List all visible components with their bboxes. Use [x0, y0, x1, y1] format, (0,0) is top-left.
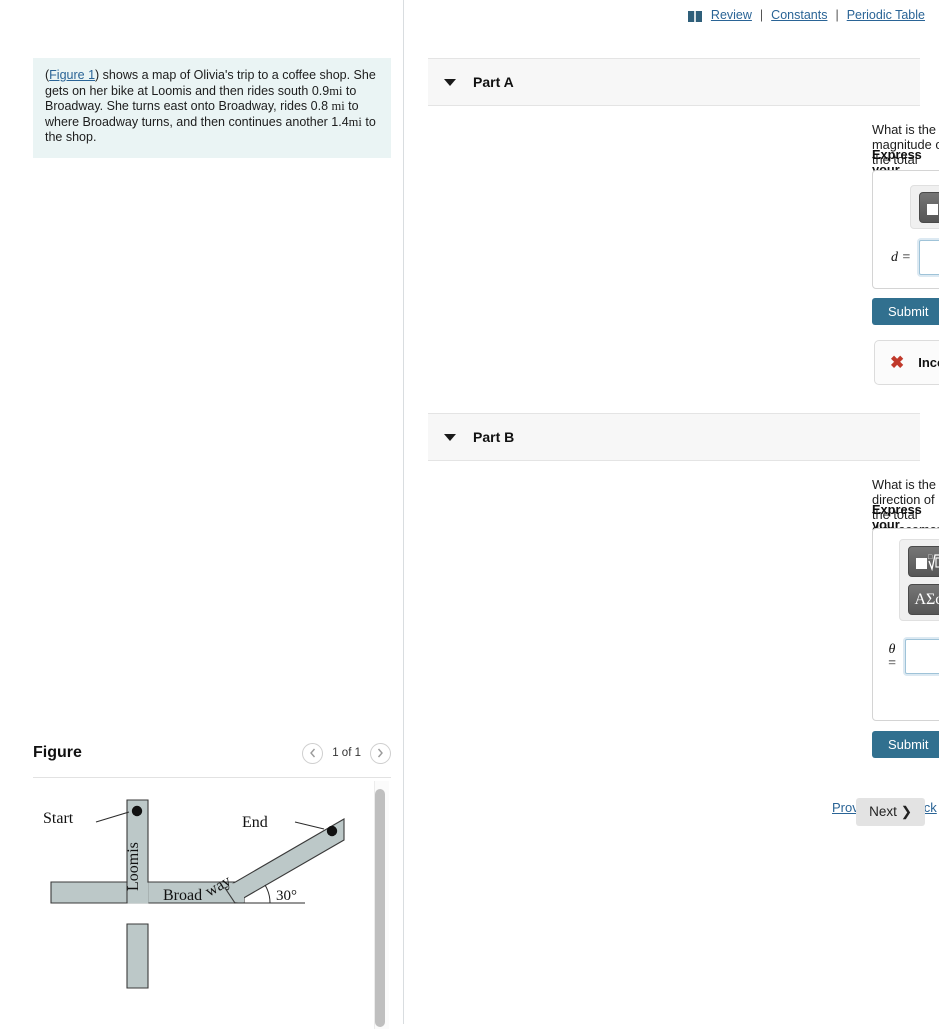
right-panel: Review | Constants | Periodic Table Part… [404, 0, 939, 1024]
problem-statement-text: (Figure 1) shows a map of Olivia's trip … [45, 68, 379, 146]
part-b-variable-label: θ= [885, 643, 899, 671]
figure-page-label: 1 of 1 [332, 747, 361, 759]
part-b-submit-button[interactable]: Submit [872, 731, 939, 758]
end-marker [327, 826, 337, 836]
periodic-table-link[interactable]: Periodic Table [847, 8, 925, 22]
part-a-title: Part A [473, 74, 514, 90]
part-a-feedback-text: Incorrect; Try Again; 2 attempts remaini… [918, 355, 939, 370]
start-marker [132, 806, 142, 816]
svg-text:□: □ [928, 553, 933, 561]
trip-map-diagram: 30° Start End Loomis Broad way [33, 778, 378, 1031]
next-button-label: Next [869, 804, 897, 819]
chevron-right-icon [377, 748, 384, 758]
template-icon: □ [915, 552, 939, 571]
unit-mi: mi [329, 84, 342, 98]
book-icon [688, 11, 702, 22]
start-label: Start [43, 810, 74, 827]
part-a-input-row: d = mi [891, 240, 939, 275]
figure-next-button[interactable] [370, 743, 391, 764]
figure-pagination: 1 of 1 [302, 743, 391, 764]
figure-panel: Figure 1 of 1 [33, 735, 391, 1031]
links-separator: | [758, 8, 765, 22]
part-b-math-toolbar: □ ΑΣφ [899, 539, 939, 621]
part-b-header[interactable]: Part B [428, 413, 920, 461]
part-b-template-button[interactable]: □ [908, 546, 939, 577]
figure-title: Figure [33, 744, 82, 762]
part-a-answer-box: □ ΑΣφ [872, 170, 939, 289]
part-b-greek-button[interactable]: ΑΣφ [908, 584, 939, 615]
part-a-math-toolbar: □ ΑΣφ [910, 185, 939, 229]
end-leader-line [295, 822, 324, 829]
loomis-label: Loomis [125, 842, 142, 891]
links-separator: | [833, 8, 840, 22]
part-a-submit-button[interactable]: Submit [872, 298, 939, 325]
part-a-answer-input[interactable] [919, 240, 939, 275]
end-label: End [242, 814, 268, 831]
broadway-street-west [51, 882, 127, 903]
figure-scrollbar-track[interactable] [374, 781, 389, 1029]
part-a-template-button[interactable]: □ [919, 192, 939, 223]
part-a-feedback-banner: ✖ Incorrect; Try Again; 2 attempts remai… [874, 340, 939, 385]
start-leader-line [96, 812, 129, 822]
problem-statement-box: (Figure 1) shows a map of Olivia's trip … [33, 58, 391, 158]
figure-1-link[interactable]: Figure 1 [49, 68, 95, 82]
angle-arc [265, 885, 270, 903]
part-a-variable-label: d = [891, 250, 911, 266]
left-panel: (Figure 1) shows a map of Olivia's trip … [0, 0, 403, 1024]
part-b-title: Part B [473, 429, 514, 445]
review-link[interactable]: Review [711, 8, 752, 22]
part-a-collapse-caret[interactable] [444, 79, 456, 86]
figure-prev-button[interactable] [302, 743, 323, 764]
part-b-input-row: θ= [885, 639, 939, 674]
broadway-label-straight: Broad [163, 887, 202, 904]
angle-label: 30° [276, 888, 297, 904]
next-button[interactable]: Next ❯ [856, 798, 925, 826]
chevron-left-icon [309, 748, 316, 758]
part-b-collapse-caret[interactable] [444, 434, 456, 441]
error-x-icon: ✖ [890, 353, 904, 373]
unit-mi: mi [332, 99, 345, 113]
loomis-street-south [127, 924, 148, 988]
unit-mi: mi [349, 115, 362, 129]
part-a-header[interactable]: Part A [428, 58, 920, 106]
part-b-answer-box: □ ΑΣφ [872, 528, 939, 721]
template-icon: □ [926, 198, 939, 217]
constants-link[interactable]: Constants [771, 8, 827, 22]
top-links-bar: Review | Constants | Periodic Table [688, 8, 925, 22]
figure-header: Figure 1 of 1 [33, 735, 391, 771]
part-b-answer-input[interactable] [905, 639, 939, 674]
figure-body: 30° Start End Loomis Broad way [33, 777, 391, 1031]
figure-scrollbar-thumb[interactable] [375, 789, 385, 1027]
